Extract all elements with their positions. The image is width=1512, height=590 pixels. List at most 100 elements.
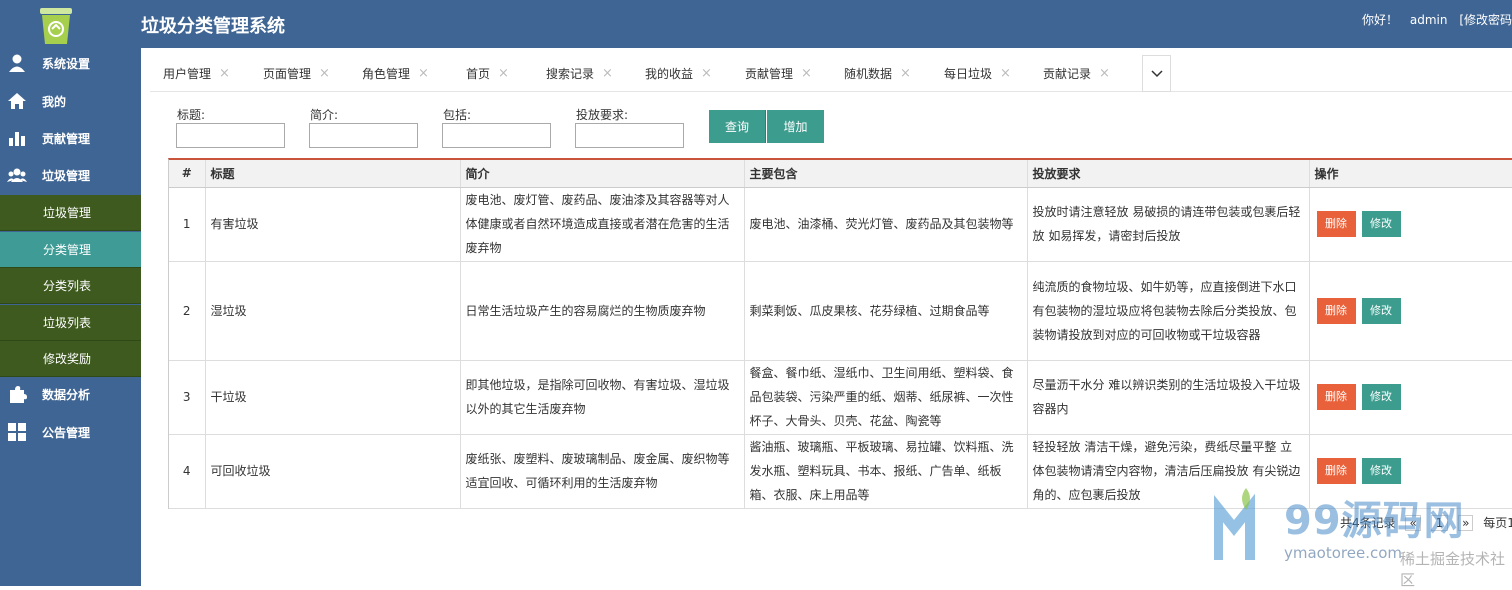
tab-contribution-records[interactable]: 贡献记录 ×	[1043, 55, 1110, 92]
submenu-item-label: 分类列表	[43, 279, 92, 293]
row-requirement: 纯流质的食物垃圾、如牛奶等，应直接倒进下水口 有包装物的湿垃圾应将包装物去除后分…	[1027, 261, 1310, 361]
column-header: 简介	[460, 160, 745, 188]
tab-my-earnings[interactable]: 我的收益 ×	[645, 55, 712, 92]
tab-label: 页面管理	[263, 67, 312, 81]
tab-user-manage[interactable]: 用户管理 ×	[163, 55, 230, 92]
row-requirement: 投放时请注意轻放 易破损的请连带包装或包裹后轻放 如易挥发，请密封后投放	[1027, 187, 1310, 262]
delete-button[interactable]: 删除	[1316, 458, 1356, 484]
data-table: # 标题 简介 主要包含 投放要求 操作 1 有害垃圾 废电池、废灯管、废药品、…	[168, 158, 1512, 509]
row-intro: 即其他垃圾，是指除可回收物、有害垃圾、湿垃圾以外的其它生活废弃物	[460, 360, 745, 435]
tab-label: 贡献管理	[745, 67, 794, 81]
sidebar-item-contribution[interactable]: 贡献管理	[0, 120, 141, 156]
query-button[interactable]: 查询	[709, 110, 766, 143]
row-includes: 废电池、油漆桶、荧光灯管、废药品及其包装物等	[744, 187, 1028, 262]
tab-page-manage[interactable]: 页面管理 ×	[263, 55, 330, 92]
sidebar-item-data-analysis[interactable]: 数据分析	[0, 376, 141, 412]
row-actions: 删除 修改	[1309, 360, 1512, 435]
row-includes: 酱油瓶、玻璃瓶、平板玻璃、易拉罐、饮料瓶、洗发水瓶、塑料玩具、书本、报纸、广告单…	[744, 434, 1028, 509]
tab-label: 随机数据	[844, 67, 893, 81]
row-actions: 删除 修改	[1309, 261, 1512, 361]
sidebar-item-label: 我的	[42, 94, 67, 109]
close-icon[interactable]: ×	[219, 66, 230, 81]
submenu-item-label: 分类管理	[43, 243, 92, 257]
tab-home[interactable]: 首页 ×	[466, 55, 509, 92]
column-header: #	[169, 160, 206, 188]
tab-label: 首页	[466, 67, 491, 81]
submenu-item-edit-reward[interactable]: 修改奖励	[0, 341, 141, 377]
close-icon[interactable]: ×	[1099, 66, 1110, 81]
column-header: 标题	[205, 160, 461, 188]
intro-filter-label: 简介:	[310, 108, 339, 122]
delete-button[interactable]: 删除	[1316, 297, 1356, 324]
include-filter-label: 包括:	[443, 108, 472, 122]
sidebar-item-label: 系统设置	[42, 56, 91, 71]
tab-label: 搜索记录	[546, 67, 595, 81]
delete-button[interactable]: 删除	[1316, 211, 1356, 237]
change-password-link[interactable]: [修改密码	[1459, 13, 1512, 27]
edit-button[interactable]: 修改	[1361, 384, 1401, 410]
tab-label: 每日垃圾	[944, 67, 993, 81]
tab-random-data[interactable]: 随机数据 ×	[844, 55, 911, 92]
edit-button[interactable]: 修改	[1361, 297, 1401, 324]
row-includes: 餐盒、餐巾纸、湿纸巾、卫生间用纸、塑料袋、食品包装袋、污染严重的纸、烟蒂、纸尿裤…	[744, 360, 1028, 435]
row-number: 1	[169, 187, 206, 262]
sidebar-item-label: 垃圾管理	[42, 168, 91, 183]
watermark-brand: 99源码网	[1284, 498, 1465, 544]
intro-filter-input[interactable]	[309, 123, 418, 148]
close-icon[interactable]: ×	[701, 66, 712, 81]
edit-button[interactable]: 修改	[1361, 458, 1401, 484]
watermark-community: 稀土掘金技术社区	[1400, 550, 1506, 589]
row-title: 有害垃圾	[205, 187, 461, 262]
tab-bar: 用户管理 × 页面管理 × 角色管理 × 首页 × 搜索记录 × 我的收益 × 贡献管理 × …	[150, 55, 1512, 92]
table-header-row: # 标题 简介 主要包含 投放要求 操作	[169, 160, 1512, 188]
sidebar-item-garbage[interactable]: 垃圾管理	[0, 157, 141, 193]
submenu-item-category-list[interactable]: 分类列表	[0, 268, 141, 304]
sidebar: 系统设置 我的 贡献管理 垃圾管理 垃圾管理 分类管理 分类列表 垃圾列表 修改…	[0, 0, 141, 586]
row-actions: 删除 修改	[1309, 187, 1512, 262]
watermark-logo-icon	[1214, 488, 1255, 560]
column-header: 操作	[1309, 160, 1512, 188]
close-icon[interactable]: ×	[602, 66, 613, 81]
sidebar-item-label: 公告管理	[42, 425, 91, 440]
submenu-item-garbage-manage[interactable]: 垃圾管理	[0, 195, 141, 231]
submenu-item-category-manage[interactable]: 分类管理	[0, 232, 141, 268]
watermark-url: ymaotoree.com	[1284, 544, 1403, 562]
chevron-down-icon	[1150, 69, 1163, 77]
tab-label: 贡献记录	[1043, 67, 1092, 81]
tab-search-records[interactable]: 搜索记录 ×	[546, 55, 613, 92]
tabs-more-button[interactable]	[1142, 55, 1171, 92]
sidebar-item-mine[interactable]: 我的	[0, 83, 141, 119]
app-title: 垃圾分类管理系统	[141, 16, 285, 37]
tab-role-manage[interactable]: 角色管理 ×	[362, 55, 429, 92]
sidebar-item-announcement[interactable]: 公告管理	[0, 414, 141, 450]
row-intro: 废电池、废灯管、废药品、废油漆及其容器等对人体健康或者自然环境造成直接或者潜在危…	[460, 187, 745, 262]
row-intro: 废纸张、废塑料、废玻璃制品、废金属、废织物等适宜回收、可循环利用的生活废弃物	[460, 434, 745, 509]
delete-button[interactable]: 删除	[1316, 384, 1356, 410]
submenu-item-label: 垃圾管理	[43, 206, 92, 220]
close-icon[interactable]: ×	[418, 66, 429, 81]
close-icon[interactable]: ×	[498, 66, 509, 81]
include-filter-input[interactable]	[442, 123, 551, 148]
submenu-item-label: 垃圾列表	[43, 316, 92, 330]
grid-icon	[8, 423, 26, 441]
table-row: 1 有害垃圾 废电池、废灯管、废药品、废油漆及其容器等对人体健康或者自然环境造成…	[169, 187, 1512, 262]
close-icon[interactable]: ×	[319, 66, 330, 81]
submenu-item-label: 修改奖励	[43, 352, 92, 366]
sidebar-item-system-settings[interactable]: 系统设置	[0, 45, 141, 81]
close-icon[interactable]: ×	[801, 66, 812, 81]
close-icon[interactable]: ×	[900, 66, 911, 81]
add-button[interactable]: 增加	[767, 110, 824, 143]
username-text: admin	[1409, 13, 1448, 27]
edit-button[interactable]: 修改	[1361, 211, 1401, 237]
close-icon[interactable]: ×	[1000, 66, 1011, 81]
requirement-filter-input[interactable]	[575, 123, 684, 148]
tab-contribution-manage[interactable]: 贡献管理 ×	[745, 55, 812, 92]
users-icon	[7, 168, 27, 182]
tab-label: 我的收益	[645, 67, 694, 81]
user-icon	[9, 54, 25, 72]
title-filter-input[interactable]	[176, 123, 285, 148]
trash-bin-logo-icon	[40, 8, 72, 44]
tab-daily-garbage[interactable]: 每日垃圾 ×	[944, 55, 1011, 92]
top-header: 垃圾分类管理系统 你好！ admin [修改密码	[141, 0, 1512, 48]
submenu-item-garbage-list[interactable]: 垃圾列表	[0, 305, 141, 341]
